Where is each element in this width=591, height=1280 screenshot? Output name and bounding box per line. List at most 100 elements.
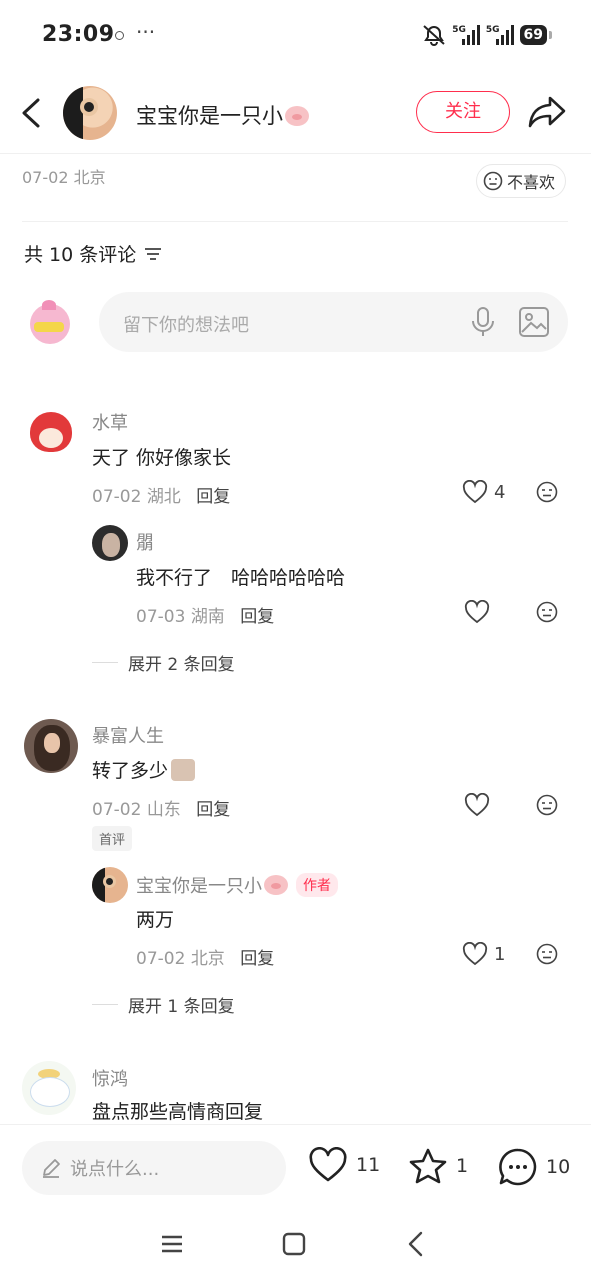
comment-meta: 07-02 湖北 回复	[92, 482, 230, 507]
reply-name[interactable]: 朤	[136, 529, 154, 555]
like-count: 1	[494, 943, 506, 965]
comment-text[interactable]: 转了多少	[92, 756, 196, 783]
pig-emoji-icon	[264, 875, 288, 895]
comment-location: 山东	[146, 800, 181, 820]
pencil-icon	[43, 1159, 60, 1178]
back-icon[interactable]	[18, 96, 48, 130]
expand-replies-button[interactable]: 展开 2 条回复	[92, 650, 235, 675]
system-navigation-bar	[0, 1214, 591, 1280]
reply-date: 07-03	[136, 607, 186, 627]
dislike-face-icon[interactable]	[536, 794, 558, 820]
author-name[interactable]: 宝宝你是一只小	[136, 100, 309, 130]
comment-text[interactable]: 盘点那些高情商回复	[92, 1097, 263, 1124]
battery-indicator: 69	[519, 25, 553, 45]
signal-5g-icon-1: 5G	[452, 25, 480, 45]
heart-icon	[462, 480, 488, 504]
comment-text[interactable]: 天了 你好像家长	[92, 443, 231, 470]
reply-text[interactable]: 我不行了 哈哈哈哈哈哈	[136, 563, 345, 590]
heart-icon	[309, 1147, 347, 1182]
image-icon[interactable]	[518, 306, 550, 342]
commenter-avatar[interactable]	[24, 406, 78, 460]
expand-replies-button[interactable]: 展开 1 条回复	[92, 992, 235, 1017]
notification-icon	[115, 31, 124, 40]
dislike-button[interactable]: 不喜欢	[476, 164, 567, 198]
dislike-face-icon[interactable]	[536, 943, 558, 969]
commenter-avatar[interactable]	[22, 1061, 76, 1115]
reply-name[interactable]: 宝宝你是一只小 作者	[136, 872, 338, 898]
heart-icon	[464, 793, 490, 817]
reply-avatar[interactable]	[92, 867, 128, 903]
heart-icon	[464, 600, 490, 624]
post-header: 宝宝你是一只小 关注	[0, 80, 591, 154]
like-button[interactable]	[464, 793, 490, 817]
status-bar: 23:09 ··· 5G 5G 69	[0, 0, 591, 76]
post-like-count: 11	[356, 1154, 381, 1176]
comment-meta: 07-02 山东 回复	[92, 795, 230, 820]
dislike-face-icon[interactable]	[536, 601, 558, 627]
like-post-button[interactable]: 11	[308, 1147, 380, 1183]
say-something-input[interactable]: 说点什么...	[22, 1141, 286, 1195]
dislike-face-icon[interactable]	[536, 481, 558, 507]
reply-button[interactable]: 回复	[240, 607, 274, 627]
bottom-action-bar: 说点什么... 11 1 10	[0, 1124, 591, 1214]
share-icon[interactable]	[528, 94, 566, 130]
comment-input[interactable]: 留下你的想法吧	[99, 292, 568, 352]
pig-emoji-icon	[285, 106, 309, 126]
commenter-avatar[interactable]	[24, 719, 78, 773]
like-button[interactable]	[464, 600, 490, 624]
star-icon	[409, 1148, 447, 1184]
expand-replies-label: 展开 2 条回复	[128, 655, 235, 675]
status-icons: 5G 5G 69	[422, 24, 553, 46]
expand-replies-label: 展开 1 条回复	[128, 997, 235, 1017]
reply-button[interactable]: 回复	[196, 800, 230, 820]
comment-count-label: 共 10 条评论	[24, 244, 137, 266]
sort-icon[interactable]	[144, 246, 162, 262]
reply-location: 湖南	[190, 607, 225, 627]
comment-date: 07-02	[92, 487, 142, 507]
reply-text[interactable]: 两万	[136, 905, 174, 932]
first-comment-badge: 首评	[92, 826, 133, 851]
comment-count[interactable]: 共 10 条评论	[24, 240, 162, 267]
comment-date: 07-02	[92, 800, 142, 820]
reply-button[interactable]: 回复	[240, 949, 274, 969]
signal-5g-icon-2: 5G	[486, 25, 514, 45]
post-comment-count: 10	[546, 1156, 571, 1178]
status-time: 23:09	[42, 22, 115, 47]
comment-location: 湖北	[146, 487, 181, 507]
author-badge: 作者	[296, 873, 338, 897]
reply-location: 北京	[190, 949, 225, 969]
dislike-label: 不喜欢	[507, 173, 556, 192]
comment-button[interactable]: 10	[498, 1147, 570, 1187]
like-button[interactable]: 1	[462, 942, 505, 966]
reply-meta: 07-02 北京 回复	[136, 944, 274, 969]
chat-bubble-icon	[499, 1148, 537, 1186]
reply-avatar[interactable]	[92, 525, 128, 561]
reply-meta: 07-03 湖南 回复	[136, 602, 274, 627]
divider	[22, 221, 568, 222]
collect-button[interactable]: 1	[408, 1147, 468, 1185]
system-back-icon[interactable]	[406, 1230, 426, 1262]
more-notifications-icon: ···	[136, 20, 156, 44]
post-date-location: 07-02 北京	[22, 168, 106, 187]
commenter-name[interactable]: 水草	[92, 409, 128, 435]
my-avatar	[24, 300, 74, 350]
say-something-placeholder: 说点什么...	[70, 1159, 160, 1180]
sticker-emoji-icon	[171, 759, 196, 781]
comment-input-placeholder: 留下你的想法吧	[123, 315, 249, 336]
neutral-face-icon	[483, 171, 503, 191]
reply-button[interactable]: 回复	[196, 487, 230, 507]
like-button[interactable]: 4	[462, 480, 505, 504]
reply-date: 07-02	[136, 949, 186, 969]
home-icon[interactable]	[282, 1232, 306, 1260]
like-count: 4	[494, 481, 506, 503]
recent-apps-icon[interactable]	[160, 1232, 184, 1260]
heart-icon	[462, 942, 488, 966]
expand-line	[92, 662, 118, 663]
post-collect-count: 1	[456, 1155, 469, 1177]
microphone-icon[interactable]	[468, 306, 498, 342]
mute-icon	[422, 24, 446, 46]
commenter-name[interactable]: 惊鸿	[92, 1065, 128, 1091]
follow-button[interactable]: 关注	[416, 91, 510, 133]
commenter-name[interactable]: 暴富人生	[92, 722, 164, 748]
author-avatar[interactable]	[63, 86, 117, 140]
